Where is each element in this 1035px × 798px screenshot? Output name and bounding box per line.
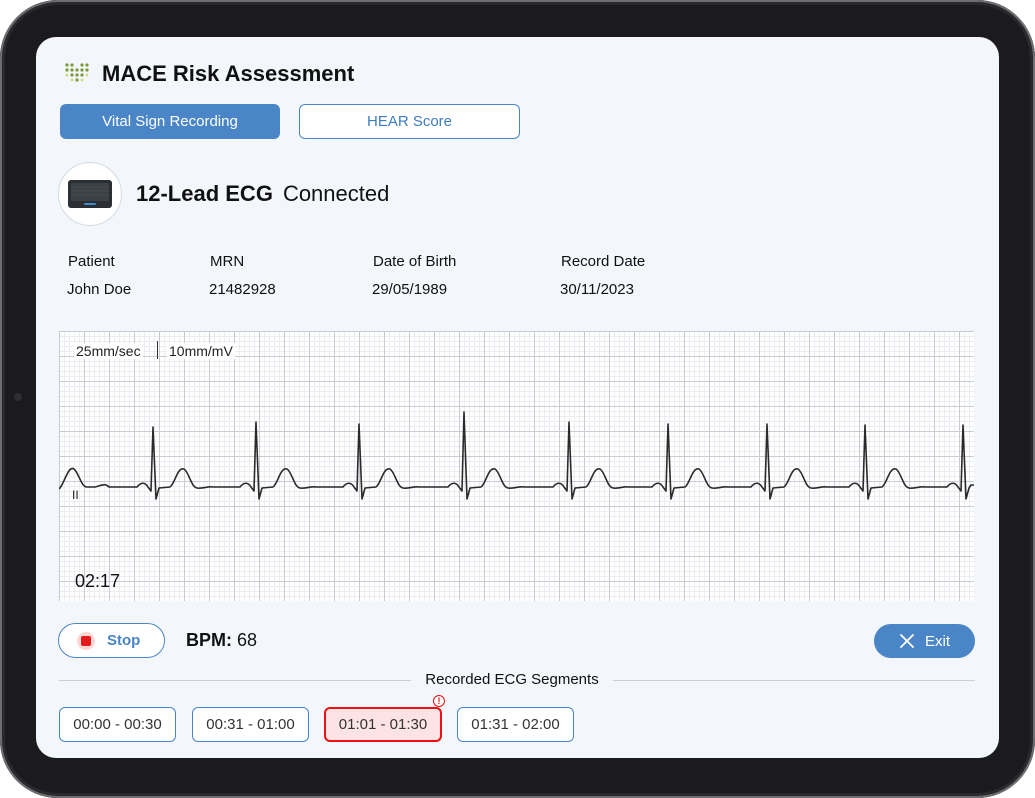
ecg-monitor-device-icon <box>68 180 112 208</box>
ecg-label-separator <box>157 341 158 359</box>
segment-button[interactable]: 00:00 - 00:30 <box>59 707 176 742</box>
ecg-gain: 10mm/mV <box>167 343 235 359</box>
dob-value: 29/05/1989 <box>372 281 448 298</box>
segments-title: Recorded ECG Segments <box>425 671 599 688</box>
record-date-value: 30/11/2023 <box>560 281 634 298</box>
exit-button[interactable]: Exit <box>874 624 975 658</box>
app-title: MACE Risk Assessment <box>102 61 355 86</box>
bpm-label: BPM: <box>186 630 232 650</box>
stop-button[interactable]: Stop <box>58 623 165 658</box>
segments-divider-right <box>613 680 975 681</box>
bpm-value: 68 <box>237 630 258 650</box>
tablet-frame: MACE Risk Assessment Vital Sign Recordin… <box>0 0 1035 798</box>
mrn-header: MRN <box>210 253 245 270</box>
device-connection-status: Connected <box>282 181 390 206</box>
exit-button-label: Exit <box>924 632 950 650</box>
close-icon <box>900 634 914 648</box>
recording-timer: 02:17 <box>75 571 121 591</box>
ecg-trace <box>59 411 974 500</box>
device-name: 12-Lead ECG <box>136 181 273 206</box>
front-camera <box>14 393 22 401</box>
dob-header: Date of Birth <box>373 253 457 270</box>
bpm-readout: BPM: 68 <box>186 630 257 651</box>
tab-vital-sign-recording[interactable]: Vital Sign Recording <box>60 104 280 139</box>
segment-button[interactable]: 00:31 - 01:00 <box>192 707 309 742</box>
tab-hear-score[interactable]: HEAR Score <box>299 104 520 139</box>
warning-icon: ! <box>433 695 445 707</box>
stop-icon <box>77 631 95 650</box>
mrn-value: 21482928 <box>209 281 276 298</box>
segments-divider-left <box>59 680 411 681</box>
ecg-lead-label: II <box>72 488 79 502</box>
app-screen: MACE Risk Assessment Vital Sign Recordin… <box>36 37 999 758</box>
segment-button[interactable]: 01:31 - 02:00 <box>457 707 574 742</box>
device-status-line: 12-Lead ECG Connected <box>136 181 389 207</box>
stop-button-label: Stop <box>107 632 141 649</box>
ecg-paper-speed: 25mm/sec <box>74 343 143 359</box>
ecg-waveform-panel: 25mm/sec 10mm/mV II 02:17 <box>59 331 974 601</box>
patient-header: Patient <box>68 253 115 270</box>
app-logo-heart-icon <box>65 63 89 82</box>
record-date-header: Record Date <box>561 253 646 270</box>
patient-name: John Doe <box>67 281 132 298</box>
segment-button-alert[interactable]: 01:01 - 01:30 <box>324 707 442 742</box>
ecg-device-thumbnail <box>58 162 122 226</box>
ecg-waveform <box>59 411 974 500</box>
